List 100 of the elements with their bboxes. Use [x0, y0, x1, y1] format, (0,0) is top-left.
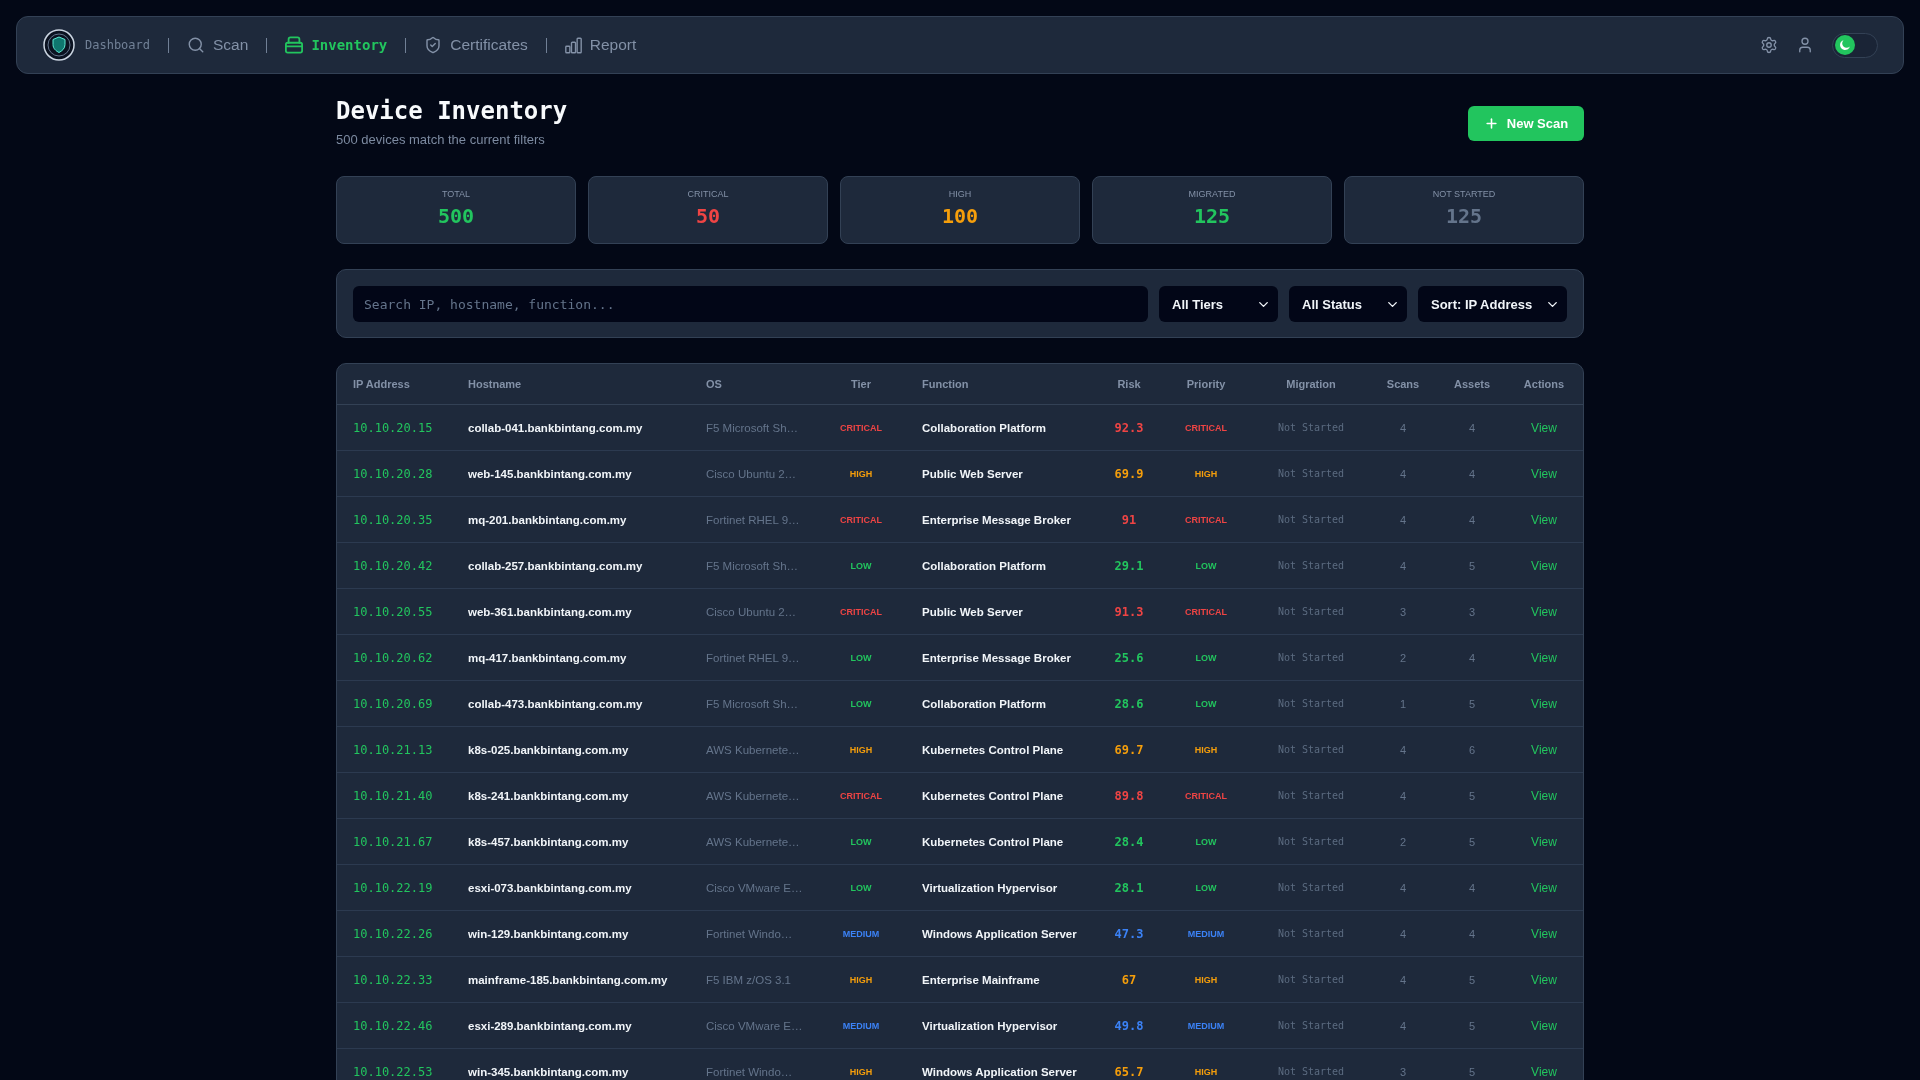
function-text: Virtualization Hypervisor — [922, 1019, 1058, 1032]
view-link[interactable]: View — [1531, 1064, 1557, 1079]
column-header: Priority — [1186, 378, 1226, 390]
filter-dropdown[interactable]: All Tiers — [1159, 286, 1278, 322]
tier-label: HIGH — [849, 744, 873, 755]
ip-address-text: 10.10.20.42 — [353, 558, 433, 573]
bar-chart-icon — [564, 36, 582, 54]
scan-count: 3 — [1399, 1065, 1407, 1078]
stat-label: CRITICAL — [687, 189, 729, 200]
stat-label: TOTAL — [441, 189, 471, 200]
nav-tab[interactable]: Report — [564, 36, 637, 54]
view-link[interactable]: View — [1531, 696, 1557, 711]
hostname-text: mainframe-185.bankbintang.com.my — [468, 973, 668, 986]
function-text: Public Web Server — [922, 467, 1023, 480]
hostname-text: win-345.bankbintang.com.my — [468, 1065, 629, 1078]
risk-score: 67 — [1121, 972, 1137, 987]
asset-count: 3 — [1468, 605, 1476, 618]
asset-count: 5 — [1468, 789, 1476, 802]
filter-dropdown[interactable]: Sort: IP Address — [1418, 286, 1567, 322]
column-header: Migration — [1286, 378, 1336, 390]
column-header: Actions — [1523, 378, 1565, 390]
view-link[interactable]: View — [1531, 512, 1557, 527]
settings-icon[interactable] — [1760, 36, 1778, 54]
ip-address-text: 10.10.21.13 — [353, 742, 433, 757]
view-link[interactable]: View — [1531, 880, 1557, 895]
os-text: Fortinet Windo… — [706, 1065, 793, 1078]
scan-count: 2 — [1399, 835, 1407, 848]
column-header: OS — [706, 378, 722, 390]
hostname-text: mq-417.bankbintang.com.my — [468, 651, 627, 664]
tier-label: LOW — [850, 698, 872, 709]
view-link[interactable]: View — [1531, 742, 1557, 757]
result-count-text: 500 devices match the current filters — [336, 132, 546, 148]
ip-address-text: 10.10.20.55 — [353, 604, 433, 619]
function-text: Enterprise Mainframe — [922, 973, 1040, 986]
migration-status: Not Started — [1277, 882, 1345, 893]
asset-count: 6 — [1468, 743, 1476, 756]
risk-score: 92.3 — [1114, 420, 1144, 435]
view-link[interactable]: View — [1531, 558, 1557, 573]
os-text: F5 Microsoft Sh… — [706, 559, 799, 572]
view-link[interactable]: View — [1531, 466, 1557, 481]
view-link[interactable]: View — [1531, 926, 1557, 941]
stat-value: 50 — [695, 204, 721, 228]
filter-dropdown[interactable]: All Status — [1289, 286, 1407, 322]
search-icon — [187, 36, 206, 54]
nav-tab[interactable]: Inventory — [285, 36, 388, 54]
priority-label: LOW — [1195, 882, 1217, 893]
nav-tab[interactable]: Scan — [187, 36, 249, 54]
view-link[interactable]: View — [1531, 834, 1557, 849]
asset-count: 4 — [1468, 467, 1476, 480]
function-text: Collaboration Platform — [922, 697, 1046, 710]
ip-address-text: 10.10.22.19 — [353, 880, 433, 895]
priority-label: MEDIUM — [1187, 1020, 1225, 1031]
os-text: Fortinet RHEL 9… — [706, 513, 800, 526]
os-text: F5 IBM z/OS 3.1 — [706, 973, 791, 986]
migration-status: Not Started — [1277, 928, 1345, 939]
ip-address-text: 10.10.22.53 — [353, 1064, 433, 1079]
function-text: Enterprise Message Broker — [922, 651, 1071, 664]
risk-score: 28.6 — [1114, 696, 1144, 711]
scan-count: 4 — [1399, 1019, 1407, 1032]
hostname-text: web-145.bankbintang.com.my — [468, 467, 632, 480]
plus-icon — [1483, 116, 1499, 131]
risk-score: 91 — [1121, 512, 1137, 527]
view-link[interactable]: View — [1531, 650, 1557, 665]
risk-score: 28.1 — [1114, 880, 1144, 895]
os-text: Cisco Ubuntu 2… — [706, 467, 797, 480]
column-header: Scans — [1386, 378, 1420, 390]
priority-label: HIGH — [1194, 468, 1218, 479]
user-icon[interactable] — [1796, 36, 1814, 54]
ip-address-text: 10.10.22.33 — [353, 972, 433, 987]
view-link[interactable]: View — [1531, 604, 1557, 619]
column-header: Risk — [1117, 378, 1141, 390]
column-header: Tier — [851, 378, 871, 390]
dashboard-link[interactable]: Dashboard — [85, 38, 151, 52]
theme-toggle[interactable] — [1832, 32, 1878, 58]
priority-label: LOW — [1195, 652, 1217, 663]
priority-label: LOW — [1195, 836, 1217, 847]
hostname-text: collab-041.bankbintang.com.my — [468, 421, 643, 434]
nav-tab[interactable]: Certificates — [424, 36, 528, 54]
hostname-text: win-129.bankbintang.com.my — [468, 927, 629, 940]
scan-count: 4 — [1399, 513, 1407, 526]
tier-label: CRITICAL — [840, 422, 882, 433]
tier-label: CRITICAL — [840, 606, 882, 617]
asset-count: 5 — [1468, 835, 1476, 848]
tier-label: LOW — [850, 652, 872, 663]
page-title: Device Inventory — [336, 97, 568, 126]
priority-label: LOW — [1195, 560, 1217, 571]
os-text: F5 Microsoft Sh… — [706, 697, 799, 710]
view-link[interactable]: View — [1531, 972, 1557, 987]
scan-count: 1 — [1399, 697, 1407, 710]
migration-status: Not Started — [1277, 652, 1345, 663]
ip-address-text: 10.10.21.67 — [353, 834, 433, 849]
risk-score: 91.3 — [1114, 604, 1144, 619]
view-link[interactable]: View — [1531, 788, 1557, 803]
migration-status: Not Started — [1277, 790, 1345, 801]
view-link[interactable]: View — [1531, 1018, 1557, 1033]
tier-label: LOW — [850, 560, 872, 571]
os-text: Cisco Ubuntu 2… — [706, 605, 797, 618]
search-field[interactable]: Search IP, hostname, function... — [353, 286, 1148, 322]
view-link[interactable]: View — [1531, 420, 1557, 435]
tier-label: CRITICAL — [840, 790, 882, 801]
